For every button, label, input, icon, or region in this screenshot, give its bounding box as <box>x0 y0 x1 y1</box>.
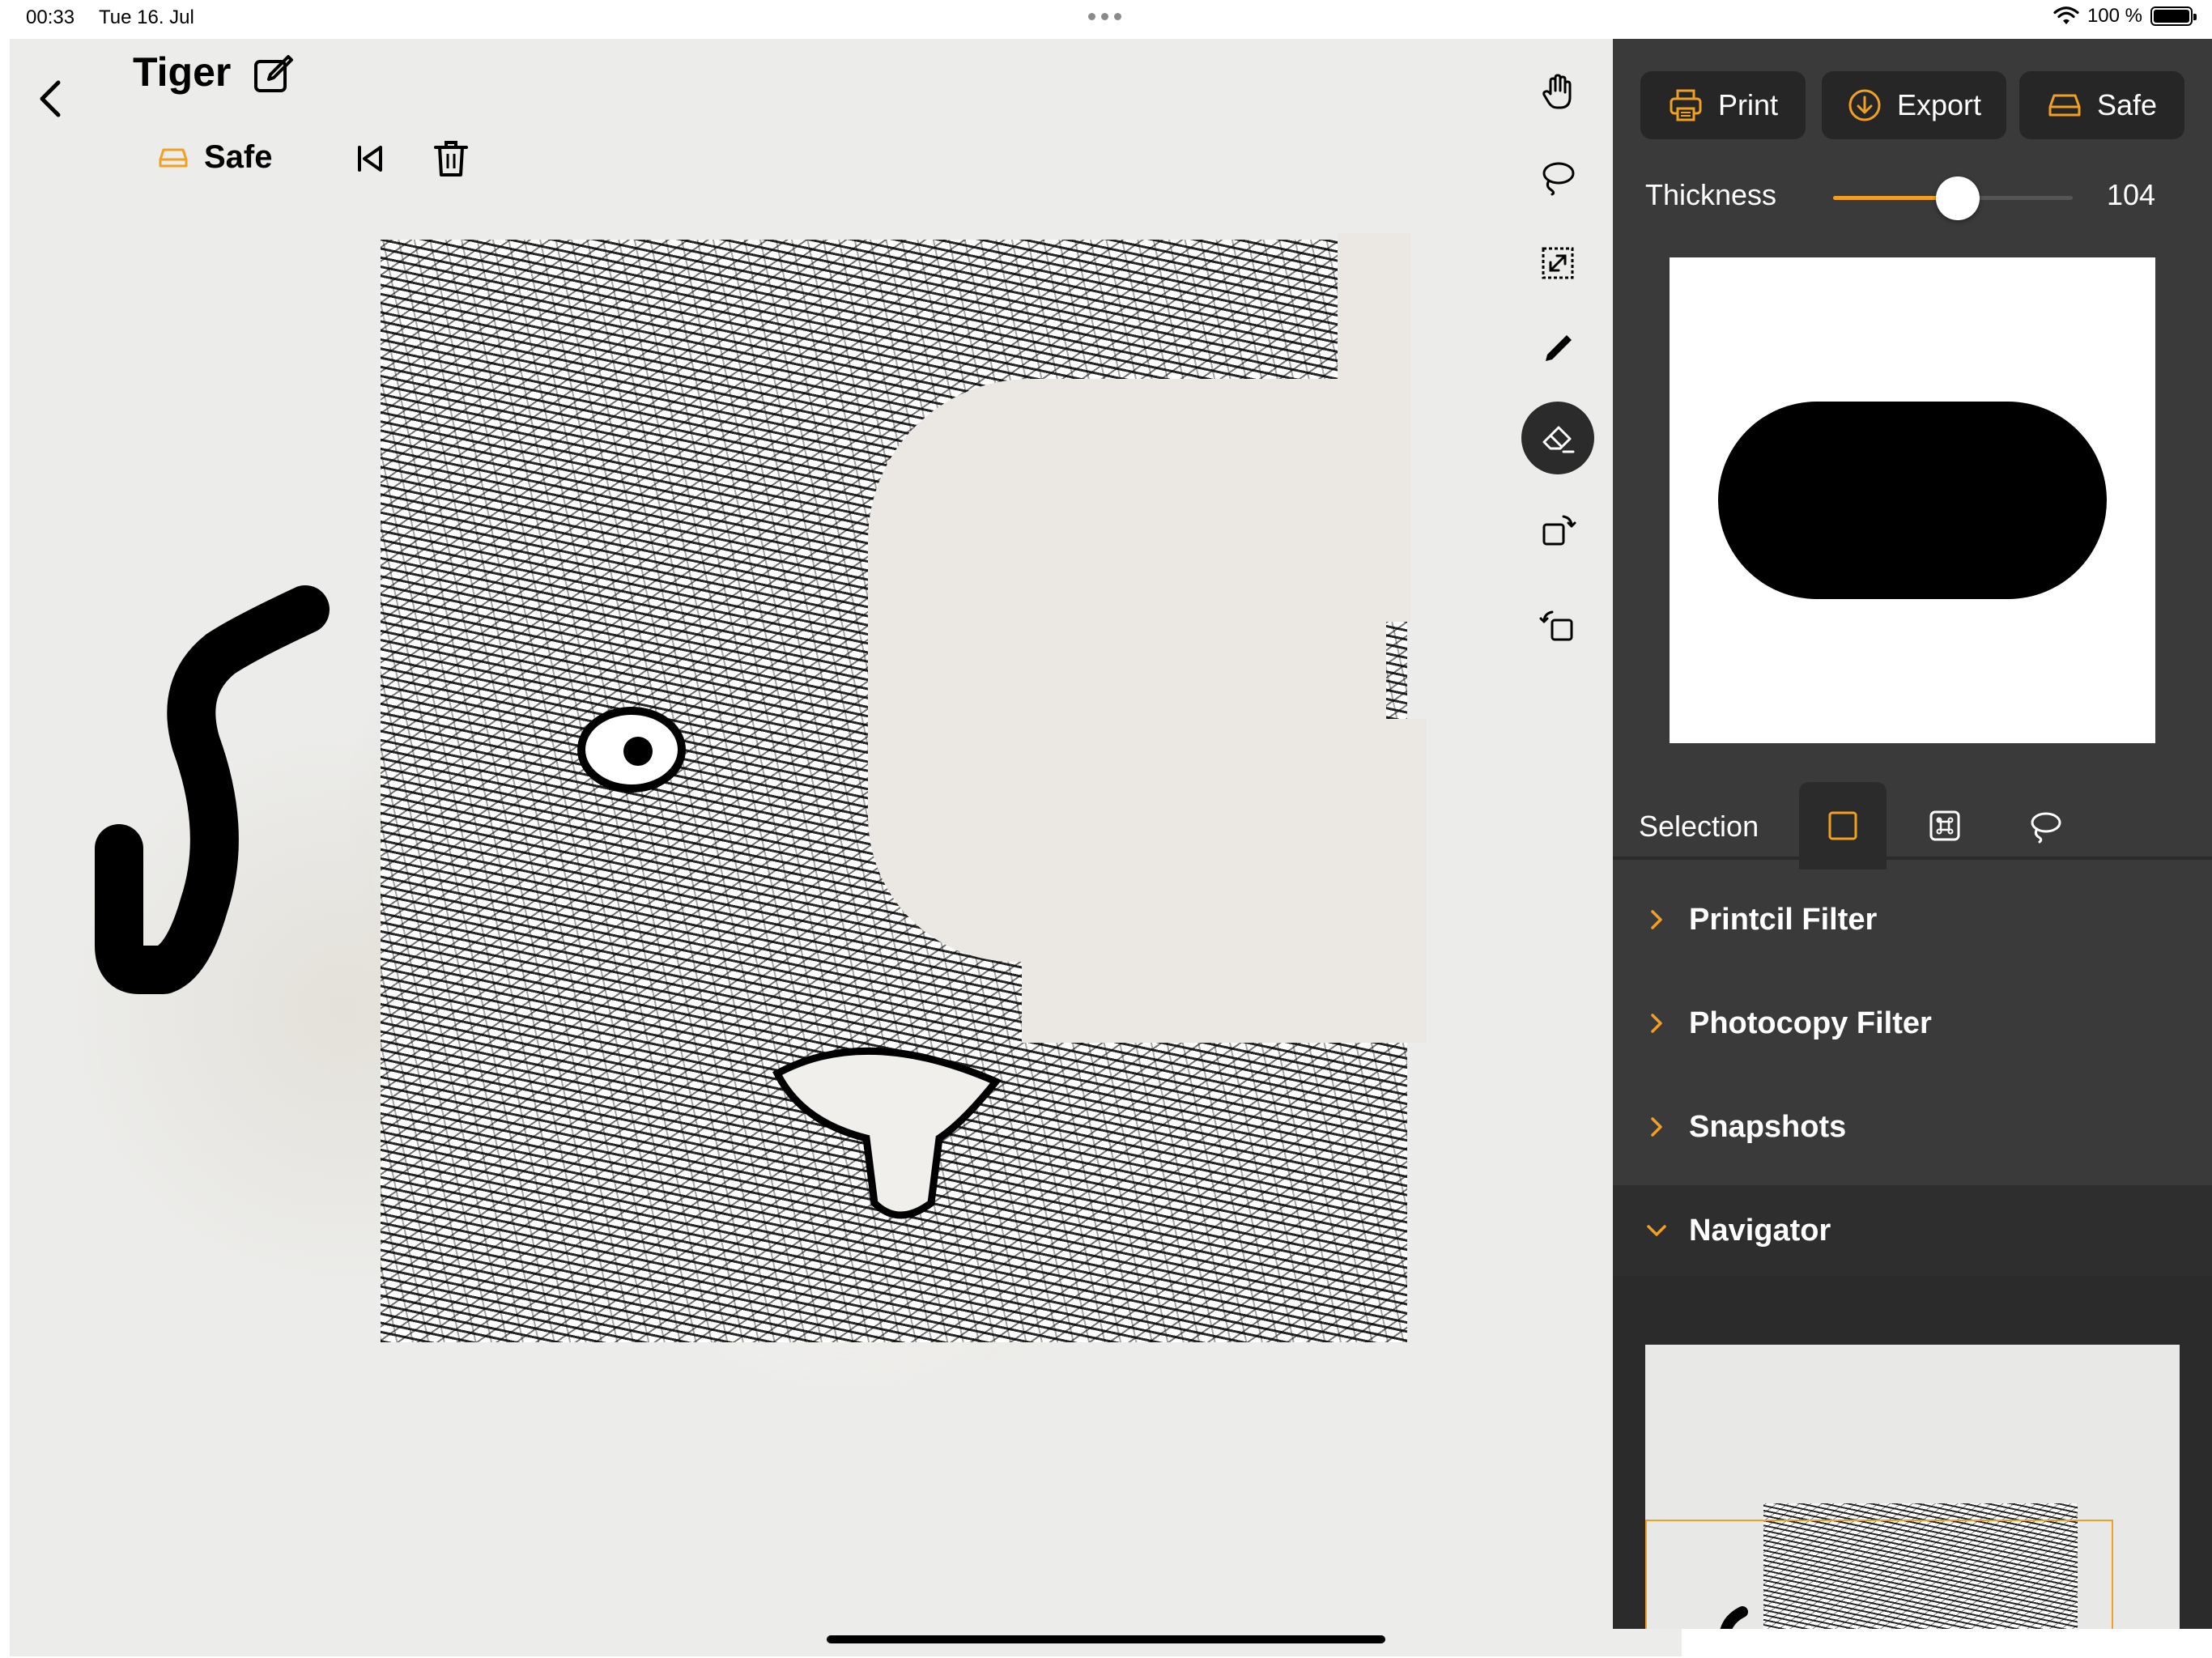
section-navigator[interactable]: Navigator <box>1613 1185 2212 1276</box>
rotate-right-icon <box>1542 515 1576 546</box>
safe-label: Safe <box>2096 88 2158 121</box>
section-snapshots[interactable]: Snapshots <box>1613 1082 2212 1172</box>
erased-region <box>1022 719 1427 1043</box>
brush-preview <box>1670 257 2155 743</box>
rotate-right-tool[interactable] <box>1521 494 1594 567</box>
eraser-tool[interactable] <box>1521 402 1594 474</box>
section-photocopy-filter[interactable]: Photocopy Filter <box>1613 978 2212 1069</box>
brush-shape <box>1718 402 2107 599</box>
pencil-icon <box>1546 335 1572 361</box>
save-status-label: Safe <box>204 139 273 175</box>
resize-icon <box>1542 247 1574 279</box>
hand-tool[interactable] <box>1521 55 1594 128</box>
status-time: 00:33 <box>26 6 75 28</box>
navigator-stroke <box>1720 1606 1748 1629</box>
multitasking-handle[interactable] <box>1088 13 1121 20</box>
home-indicator[interactable] <box>827 1635 1385 1643</box>
freehand-stroke <box>95 585 330 994</box>
save-status[interactable]: Safe <box>159 139 273 176</box>
selection-label: Selection <box>1639 810 1759 843</box>
print-label: Print <box>1717 88 1779 121</box>
section-label: Snapshots <box>1689 1109 1847 1144</box>
erased-region <box>868 379 1386 727</box>
lasso-tool[interactable] <box>1521 141 1594 214</box>
chevron-down-icon <box>1647 1225 1666 1236</box>
command-select-icon <box>1929 810 1960 841</box>
drawing-canvas[interactable] <box>10 39 1682 1656</box>
trash-button[interactable] <box>434 139 468 178</box>
back-button[interactable] <box>32 74 68 123</box>
thickness-value: 104 <box>2107 178 2156 211</box>
section-label: Photocopy Filter <box>1689 1005 1932 1040</box>
export-button[interactable]: Export <box>1822 71 2006 139</box>
thickness-label: Thickness <box>1645 178 1777 211</box>
hand-icon <box>1542 74 1572 109</box>
thickness-slider-thumb[interactable] <box>1935 176 1980 220</box>
navigator-body <box>1613 1276 2212 1629</box>
rectangle-select-icon <box>1828 811 1857 840</box>
document-title: Tiger <box>133 49 232 95</box>
chevron-right-icon <box>1651 910 1662 929</box>
section-label: Navigator <box>1689 1213 1831 1248</box>
drive-icon <box>2048 94 2081 117</box>
printer-icon <box>1670 89 1702 121</box>
lasso-icon <box>1542 162 1575 196</box>
rotate-left-icon <box>1539 610 1573 641</box>
eraser-icon <box>1542 426 1575 453</box>
divider <box>1613 857 2212 860</box>
chevron-right-icon <box>1651 1014 1662 1033</box>
export-label: Export <box>1896 88 1982 121</box>
status-bar: 00:33 Tue 16. Jul 100 % <box>0 0 2212 39</box>
rotate-left-tool[interactable] <box>1521 589 1594 662</box>
drive-icon <box>159 148 188 167</box>
battery-icon <box>2150 6 2197 26</box>
erased-region <box>1338 233 1410 622</box>
rewind-button[interactable] <box>353 142 385 175</box>
tool-options-panel: Print Export Safe Thickness 104 Selectio… <box>1613 39 2212 1629</box>
resize-tool[interactable] <box>1521 227 1594 300</box>
thickness-slider[interactable] <box>1833 176 2073 220</box>
status-date: Tue 16. Jul <box>99 6 194 28</box>
safe-button[interactable]: Safe <box>2019 71 2184 139</box>
pencil-tool[interactable] <box>1521 312 1594 385</box>
battery-percentage: 100 % <box>2087 5 2142 27</box>
section-label: Printcil Filter <box>1689 902 1878 937</box>
edit-title-icon[interactable] <box>253 53 295 96</box>
section-printcil-filter[interactable]: Printcil Filter <box>1613 874 2212 965</box>
download-icon <box>1848 89 1881 121</box>
print-button[interactable]: Print <box>1640 71 1806 139</box>
navigator-preview[interactable] <box>1645 1345 2180 1629</box>
wifi-icon <box>2053 6 2079 24</box>
chevron-right-icon <box>1651 1117 1662 1137</box>
lasso-select-icon <box>2031 812 2061 844</box>
